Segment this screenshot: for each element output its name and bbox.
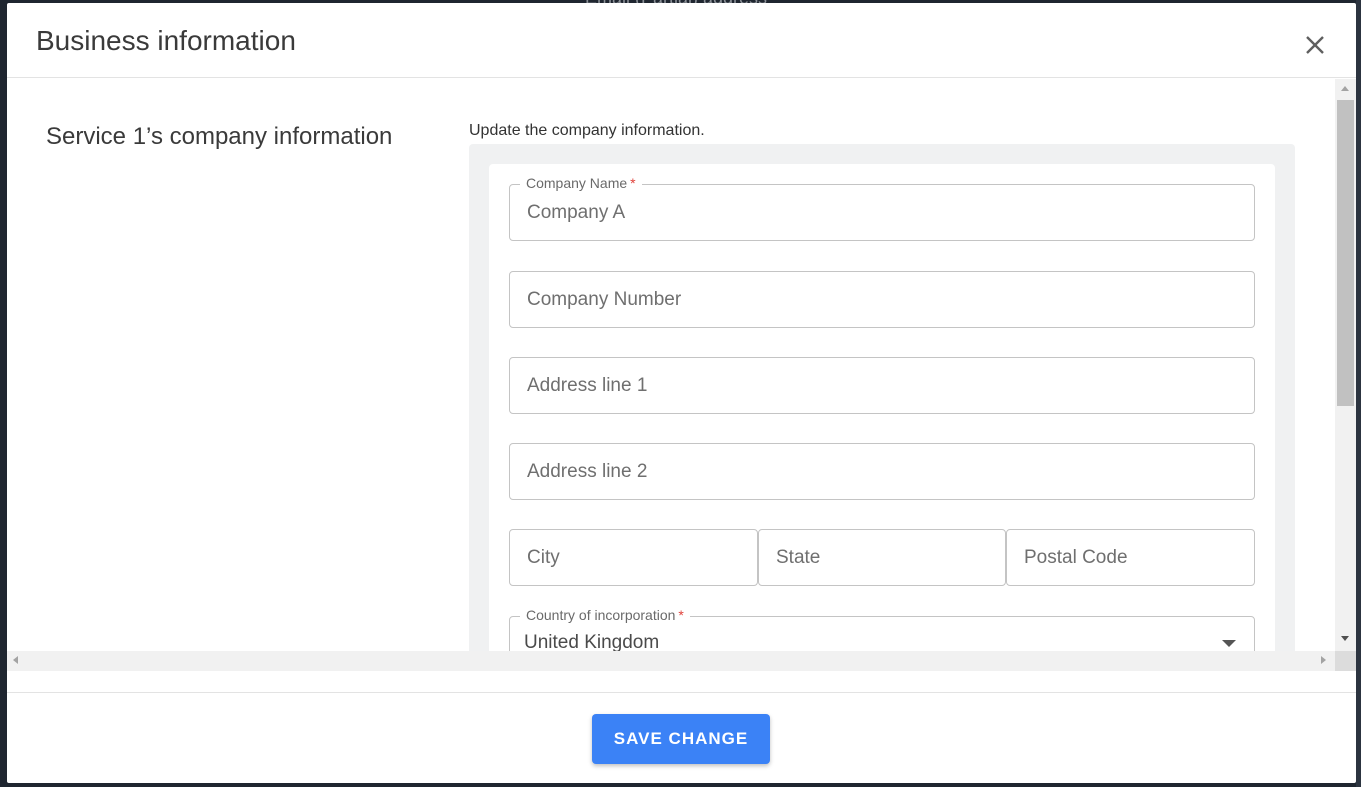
modal-title: Business information	[36, 25, 296, 56]
vertical-scrollbar[interactable]	[1335, 79, 1356, 651]
scrollbar-thumb[interactable]	[1337, 100, 1354, 406]
save-change-button[interactable]: SAVE CHANGE	[592, 714, 770, 764]
form-panel: Company Name * Company A Company Number A…	[469, 144, 1295, 651]
address-line-2-field[interactable]: Address line 2	[509, 443, 1255, 500]
horizontal-scrollbar[interactable]	[7, 651, 1356, 671]
address-line-1-field[interactable]: Address line 1	[509, 357, 1255, 414]
scrollbar-corner	[1335, 651, 1356, 671]
section-description: Update the company information.	[469, 122, 705, 139]
company-name-label-text: Company Name	[526, 175, 628, 191]
scroll-up-arrow-icon[interactable]	[1341, 86, 1349, 91]
country-label: Country of incorporation *	[520, 607, 690, 623]
section-title: Service 1’s company information	[46, 123, 393, 150]
close-icon	[1306, 36, 1324, 54]
company-name-label: Company Name *	[520, 175, 642, 191]
required-mark: *	[678, 607, 684, 623]
modal-body: Service 1’s company information Update t…	[7, 79, 1356, 651]
country-select[interactable]: Country of incorporation * United Kingdom	[509, 607, 1255, 651]
required-mark: *	[630, 175, 636, 191]
close-button[interactable]	[1300, 30, 1330, 60]
company-name-field[interactable]: Company Name * Company A	[509, 175, 1255, 241]
scroll-down-arrow-icon[interactable]	[1341, 636, 1349, 641]
business-info-modal: Business information Service 1’s company…	[7, 3, 1356, 783]
country-value: United Kingdom	[524, 632, 660, 651]
scroll-left-arrow-icon[interactable]	[13, 656, 18, 664]
country-label-text: Country of incorporation	[526, 607, 676, 623]
state-field[interactable]: State	[758, 529, 1006, 586]
city-placeholder: City	[527, 547, 560, 568]
form-card: Company Name * Company A Company Number A…	[489, 164, 1275, 651]
postal-code-placeholder: Postal Code	[1024, 547, 1128, 568]
modal-footer: SAVE CHANGE	[7, 692, 1356, 783]
city-field[interactable]: City	[509, 529, 758, 586]
postal-code-field[interactable]: Postal Code	[1006, 529, 1255, 586]
backdrop-edge	[1356, 0, 1361, 787]
chevron-down-icon[interactable]	[1222, 640, 1236, 647]
company-number-field[interactable]: Company Number	[509, 271, 1255, 328]
company-number-placeholder: Company Number	[527, 289, 682, 310]
scroll-right-arrow-icon[interactable]	[1321, 656, 1326, 664]
state-placeholder: State	[776, 547, 821, 568]
address-line-2-placeholder: Address line 2	[527, 461, 648, 482]
company-name-value: Company A	[527, 202, 626, 223]
address-line-1-placeholder: Address line 1	[527, 375, 648, 396]
modal-header: Business information	[7, 3, 1356, 78]
